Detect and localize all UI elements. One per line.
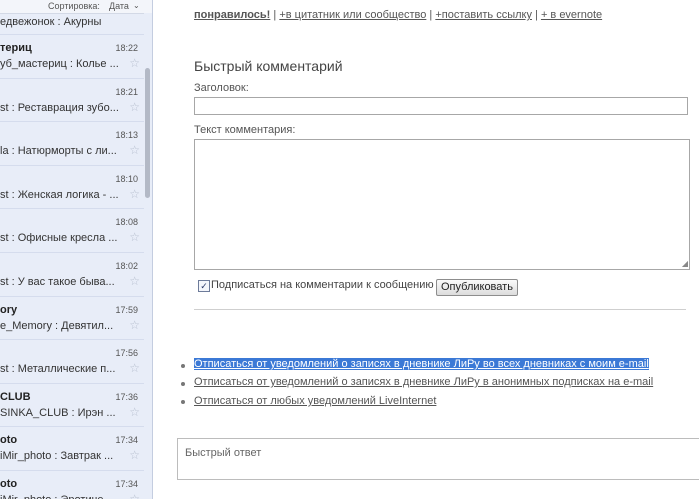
list-item[interactable]: CLUB 17:36 SINKA_CLUB : Ирэн ... ☆ [0, 384, 144, 428]
message-snippet: st : Металлические п... [0, 363, 116, 376]
star-icon[interactable]: ☆ [129, 448, 140, 462]
list-item[interactable]: 18:02 st : У вас такое быва... ☆ [0, 253, 144, 297]
liked-link[interactable]: понравилось! [194, 9, 270, 21]
sender-name: oto [0, 434, 18, 447]
sender-name: ory [0, 303, 18, 316]
star-icon[interactable]: ☆ [129, 100, 140, 114]
message-time: 17:56 [115, 348, 138, 359]
message-time: 17:34 [115, 435, 138, 446]
list-item[interactable]: 18:21 st : Реставрация зубо... ☆ [0, 79, 144, 123]
message-snippet: едвежонок : Акурны [0, 16, 102, 28]
unsubscribe-anon-link[interactable]: Отписаться от уведомлений о записях в дн… [194, 376, 653, 388]
star-icon[interactable]: ☆ [129, 56, 140, 70]
list-item[interactable]: териц 18:22 уб_мастериц : Колье ... ☆ [0, 35, 144, 79]
chevron-down-icon[interactable]: ⌄ [133, 1, 140, 10]
post-actions: понравилось! | +в цитатник или сообществ… [194, 9, 603, 21]
message-time: 18:22 [115, 43, 138, 53]
sender-name: териц [0, 42, 32, 54]
star-icon[interactable]: ☆ [129, 187, 140, 201]
star-icon[interactable]: ☆ [129, 361, 140, 375]
quick-reply-input[interactable]: Быстрый ответ [177, 438, 699, 480]
bullet [181, 364, 185, 368]
scrollbar[interactable] [144, 13, 152, 499]
message-time: 17:36 [115, 391, 138, 402]
message-snippet: SINKA_CLUB : Ирэн ... [0, 406, 116, 419]
unsubscribe-all-link[interactable]: Отписаться от уведомлений о записях в дн… [194, 358, 649, 370]
list-item[interactable]: едвежонок : Акурны [0, 14, 144, 35]
sort-bar: Сортировка: Дата ⌄ [0, 0, 152, 14]
comment-text-label: Текст комментария: [194, 124, 296, 136]
star-icon[interactable]: ☆ [129, 274, 140, 288]
quick-reply-placeholder: Быстрый ответ [185, 447, 262, 459]
quote-link[interactable]: +в цитатник или сообщество [279, 9, 426, 21]
sort-label: Сортировка: [48, 1, 100, 11]
message-snippet: st : Офисные кресла ... [0, 232, 118, 245]
add-link-link[interactable]: +поставить ссылку [435, 9, 532, 21]
subject-input[interactable] [194, 97, 688, 115]
message-list-panel: Сортировка: Дата ⌄ едвежонок : Акурны те… [0, 0, 153, 499]
subscribe-label: Подписаться на комментарии к сообщению [211, 279, 434, 291]
comment-textarea[interactable]: ◢ [194, 139, 690, 270]
star-icon[interactable]: ☆ [129, 405, 140, 419]
message-snippet: st : У вас такое быва... [0, 276, 115, 288]
publish-button[interactable]: Опубликовать [436, 279, 518, 296]
message-time: 17:59 [115, 304, 138, 315]
message-snippet: st : Реставрация зубо... [0, 101, 118, 114]
star-icon[interactable]: ☆ [129, 143, 140, 157]
star-icon[interactable]: ☆ [129, 318, 140, 332]
bullet [181, 382, 185, 386]
quick-comment-title: Быстрый комментарий [194, 58, 343, 74]
sender-name: oto [0, 478, 18, 490]
list-item[interactable]: 18:13 la : Натюрморты с ли... ☆ [0, 122, 144, 166]
message-time: 18:08 [115, 217, 138, 228]
list-item[interactable]: oto 17:34 iMir_photo : Эротиче... ☆ [0, 471, 144, 499]
message-snippet: iMir_photo : Завтрак ... [0, 450, 114, 463]
bullet [181, 400, 185, 404]
list-item[interactable]: 18:08 st : Офисные кресла ... ☆ [0, 209, 144, 253]
resize-grip-icon[interactable]: ◢ [682, 259, 688, 268]
message-snippet: iMir_photo : Эротиче... [0, 494, 118, 499]
unsubscribe-liveinternet-link[interactable]: Отписаться от любых уведомлений LiveInte… [194, 395, 436, 407]
message-snippet: e_Memory : Девятил... [0, 319, 114, 332]
sender-name: CLUB [0, 390, 31, 403]
star-icon[interactable]: ☆ [129, 492, 140, 499]
star-icon[interactable]: ☆ [129, 230, 140, 244]
message-time: 18:10 [115, 173, 138, 184]
subscribe-checkbox[interactable]: ✓ [198, 280, 210, 292]
list-item[interactable]: 18:10 st : Женская логика - ... ☆ [0, 166, 144, 210]
message-time: 18:21 [115, 86, 138, 97]
scrollbar-thumb[interactable] [145, 68, 150, 198]
message-time: 17:34 [115, 479, 138, 489]
message-snippet: уб_мастериц : Колье ... [0, 58, 118, 70]
divider [194, 309, 686, 310]
list-item[interactable]: ory 17:59 e_Memory : Девятил... ☆ [0, 297, 144, 341]
message-snippet: la : Натюрморты с ли... [0, 145, 117, 158]
evernote-link[interactable]: + в evernote [541, 9, 602, 21]
message-time: 18:02 [115, 261, 138, 271]
message-snippet: st : Женская логика - ... [0, 188, 118, 201]
sort-dropdown[interactable]: Дата [109, 1, 129, 11]
message-time: 18:13 [115, 130, 138, 141]
subject-label: Заголовок: [194, 82, 249, 94]
list-item[interactable]: oto 17:34 iMir_photo : Завтрак ... ☆ [0, 427, 144, 471]
list-item[interactable]: 17:56 st : Металлические п... ☆ [0, 340, 144, 384]
